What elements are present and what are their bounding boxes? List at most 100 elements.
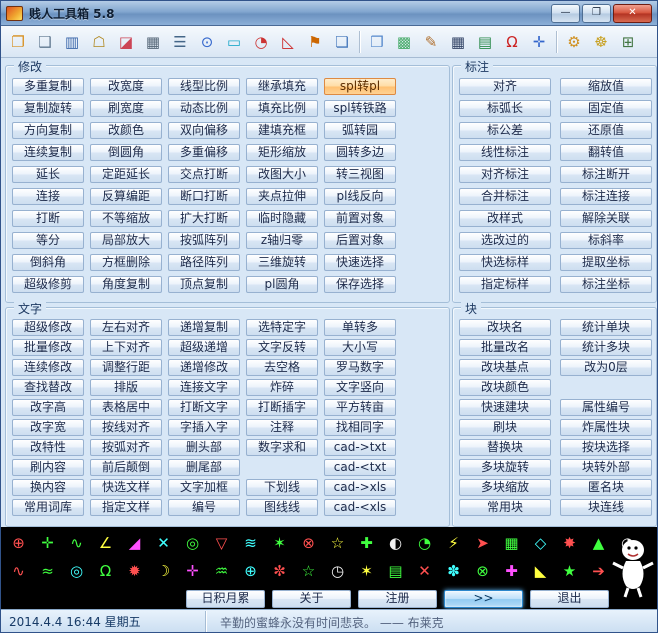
text-button-44[interactable]: 下划线 (246, 479, 318, 496)
modify-button-30[interactable]: pl线反向 (324, 188, 396, 205)
text-button-33[interactable]: 删头部 (168, 439, 240, 456)
block-button-2[interactable]: 统计单块 (560, 319, 652, 336)
modify-button-3[interactable]: 线型比例 (168, 78, 240, 95)
text-button-35[interactable]: cad->txt (324, 439, 396, 456)
copy-sheets-icon[interactable]: ❏ (329, 29, 355, 55)
slope-icon[interactable]: ◺ (275, 29, 301, 55)
modify-button-17[interactable]: 倒圆角 (90, 144, 162, 161)
text-button-25[interactable]: 平方转亩 (324, 399, 396, 416)
block-button-9[interactable]: 快速建块 (459, 399, 551, 416)
palette-icon[interactable]: ▩ (391, 29, 417, 55)
dim-button-4[interactable]: 固定值 (560, 100, 652, 117)
erase-icon[interactable]: ◪ (113, 29, 139, 55)
daily-tips-button[interactable]: 日积月累 (186, 590, 265, 608)
text-button-47[interactable]: 指定文样 (90, 499, 162, 516)
modify-button-32[interactable]: 不等缩放 (90, 210, 162, 227)
text-button-8[interactable]: 超级递增 (168, 339, 240, 356)
dim-button-3[interactable]: 标弧长 (459, 100, 551, 117)
dim-button-11[interactable]: 合并标注 (459, 188, 551, 205)
modify-button-49[interactable]: pl圆角 (246, 276, 318, 293)
text-button-28[interactable]: 字插入字 (168, 419, 240, 436)
modify-button-1[interactable]: 多重复制 (12, 78, 84, 95)
dim-button-19[interactable]: 指定标样 (459, 276, 551, 293)
text-button-48[interactable]: 编号 (168, 499, 240, 516)
dim-button-8[interactable]: 翻转值 (560, 144, 652, 161)
text-button-42[interactable]: 快选文样 (90, 479, 162, 496)
modify-button-2[interactable]: 改宽度 (90, 78, 162, 95)
text-button-1[interactable]: 超级修改 (12, 319, 84, 336)
dim-button-1[interactable]: 对齐 (459, 78, 551, 95)
block-button-6[interactable]: 改为0层 (560, 359, 652, 376)
modify-button-47[interactable]: 角度复制 (90, 276, 162, 293)
protractor-icon[interactable]: ◔ (248, 29, 274, 55)
modify-button-50[interactable]: 保存选择 (324, 276, 396, 293)
block-button-12[interactable]: 炸属性块 (560, 419, 652, 436)
modify-button-8[interactable]: 动态比例 (168, 100, 240, 117)
table-icon[interactable]: ⊞ (615, 29, 641, 55)
text-button-27[interactable]: 按线对齐 (90, 419, 162, 436)
block-button-7[interactable]: 改块颜色 (459, 379, 551, 396)
block-button-20[interactable]: 块连线 (560, 499, 652, 516)
block-button-15[interactable]: 多块旋转 (459, 459, 551, 476)
block-button-11[interactable]: 刷块 (459, 419, 551, 436)
flag-icon[interactable]: ⚑ (302, 29, 328, 55)
modify-button-27[interactable]: 反算编距 (90, 188, 162, 205)
text-button-10[interactable]: 大小写 (324, 339, 396, 356)
dim-button-9[interactable]: 对齐标注 (459, 166, 551, 183)
modify-button-45[interactable]: 快速选择 (324, 254, 396, 271)
modify-button-12[interactable]: 改颜色 (90, 122, 162, 139)
text-button-31[interactable]: 改特性 (12, 439, 84, 456)
dim-button-15[interactable]: 选改过的 (459, 232, 551, 249)
text-button-40[interactable]: cad-<txt (324, 459, 396, 476)
text-button-45[interactable]: cad->xls (324, 479, 396, 496)
open-file-icon[interactable]: ❐ (5, 29, 31, 55)
modify-button-22[interactable]: 定距延长 (90, 166, 162, 183)
text-button-43[interactable]: 文字加框 (168, 479, 240, 496)
maximize-button[interactable]: ❐ (582, 3, 611, 23)
text-button-17[interactable]: 排版 (90, 379, 162, 396)
modify-button-31[interactable]: 打断 (12, 210, 84, 227)
plugin-icon[interactable]: ⚙ (561, 29, 587, 55)
modify-button-10[interactable]: spl转铁路 (324, 100, 396, 117)
text-button-4[interactable]: 选特定字 (246, 319, 318, 336)
block-button-17[interactable]: 多块缩放 (459, 479, 551, 496)
text-button-16[interactable]: 查找替改 (12, 379, 84, 396)
text-button-19[interactable]: 炸碎 (246, 379, 318, 396)
block-button-1[interactable]: 改块名 (459, 319, 551, 336)
text-button-13[interactable]: 递增修改 (168, 359, 240, 376)
calculator-icon[interactable]: ▦ (445, 29, 471, 55)
modify-button-24[interactable]: 改图大小 (246, 166, 318, 183)
modify-button-28[interactable]: 断口打断 (168, 188, 240, 205)
dim-button-20[interactable]: 标注坐标 (560, 276, 652, 293)
modify-button-29[interactable]: 夹点拉伸 (246, 188, 318, 205)
modify-button-36[interactable]: 等分 (12, 232, 84, 249)
modify-button-43[interactable]: 路径阵列 (168, 254, 240, 271)
block-button-19[interactable]: 常用块 (459, 499, 551, 516)
text-button-5[interactable]: 单转多 (324, 319, 396, 336)
text-button-29[interactable]: 注释 (246, 419, 318, 436)
modify-button-37[interactable]: 局部放大 (90, 232, 162, 249)
modify-button-41[interactable]: 倒斜角 (12, 254, 84, 271)
text-button-3[interactable]: 递增复制 (168, 319, 240, 336)
form-icon[interactable]: ☰ (167, 29, 193, 55)
print-icon[interactable]: ❑ (32, 29, 58, 55)
modify-button-42[interactable]: 方框删除 (90, 254, 162, 271)
modify-button-39[interactable]: z轴归零 (246, 232, 318, 249)
modify-button-35[interactable]: 前置对象 (324, 210, 396, 227)
modify-button-44[interactable]: 三维旋转 (246, 254, 318, 271)
note-icon[interactable]: ✎ (418, 29, 444, 55)
text-button-14[interactable]: 去空格 (246, 359, 318, 376)
text-button-22[interactable]: 表格居中 (90, 399, 162, 416)
modify-button-48[interactable]: 顶点复制 (168, 276, 240, 293)
text-button-6[interactable]: 批量修改 (12, 339, 84, 356)
text-button-30[interactable]: 找相同字 (324, 419, 396, 436)
close-button[interactable]: ✕ (613, 3, 652, 23)
dim-button-5[interactable]: 标公差 (459, 122, 551, 139)
text-button-24[interactable]: 打断插字 (246, 399, 318, 416)
modify-button-7[interactable]: 刷宽度 (90, 100, 162, 117)
dim-button-18[interactable]: 提取坐标 (560, 254, 652, 271)
block-button-4[interactable]: 统计多块 (560, 339, 652, 356)
chart-icon[interactable]: ▥ (59, 29, 85, 55)
magnet-icon[interactable]: Ω (499, 29, 525, 55)
window-icon[interactable]: ❒ (364, 29, 390, 55)
